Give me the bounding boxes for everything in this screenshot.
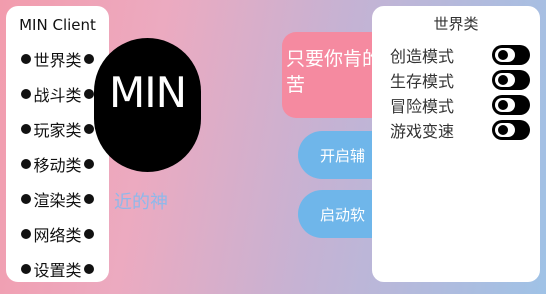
toggle-knob xyxy=(495,73,515,87)
sidebar-item-label: 玩家类 xyxy=(33,121,82,140)
bullet-icon xyxy=(83,159,94,169)
module-row-creative: 创造模式 xyxy=(390,43,530,67)
bullet-icon xyxy=(83,124,94,134)
bullet-icon xyxy=(83,229,94,239)
sidebar-item-render[interactable]: 渲染类 xyxy=(6,186,109,212)
sidebar-item-label: 设置类 xyxy=(33,261,82,280)
module-row-survival: 生存模式 xyxy=(390,68,530,92)
bullet-icon xyxy=(21,89,32,99)
sidebar-item-network[interactable]: 网络类 xyxy=(6,221,109,247)
creative-mode-toggle[interactable] xyxy=(492,45,530,65)
module-label: 冒险模式 xyxy=(390,97,455,116)
toggle-knob xyxy=(495,48,515,62)
module-row-speed: 游戏变速 xyxy=(390,118,530,142)
adventure-mode-toggle[interactable] xyxy=(492,95,530,115)
bullet-icon xyxy=(21,159,32,169)
panel-title: 世界类 xyxy=(433,15,479,33)
sidebar-item-label: 渲染类 xyxy=(33,191,82,210)
sidebar-item-label: 世界类 xyxy=(33,51,82,70)
sidebar-item-label: 战斗类 xyxy=(33,86,82,105)
module-label: 创造模式 xyxy=(390,47,455,66)
info-card-text: 只要你肯的苦 xyxy=(286,48,382,96)
game-speed-toggle[interactable] xyxy=(492,120,530,140)
module-row-adventure: 冒险模式 xyxy=(390,93,530,117)
bullet-icon xyxy=(83,194,94,204)
module-panel: 世界类 创造模式 生存模式 冒险模式 游戏变速 xyxy=(372,6,540,282)
sidebar-menu: MIN Client 世界类 战斗类 玩家类 移动类 渲染类 网络类 设置类 xyxy=(6,6,109,282)
bullet-icon xyxy=(21,124,32,134)
logo-text: MIN xyxy=(109,68,187,117)
module-label: 生存模式 xyxy=(390,72,455,91)
bullet-icon xyxy=(83,89,94,99)
sidebar-item-label: 移动类 xyxy=(33,156,82,175)
sidebar-item-movement[interactable]: 移动类 xyxy=(6,151,109,177)
survival-mode-toggle[interactable] xyxy=(492,70,530,90)
sidebar-item-label: 网络类 xyxy=(33,226,82,245)
bullet-icon xyxy=(83,264,94,274)
bullet-icon xyxy=(21,194,32,204)
module-label: 游戏变速 xyxy=(390,122,455,141)
toggle-knob xyxy=(495,123,515,137)
bullet-icon xyxy=(21,264,32,274)
sidebar-item-settings[interactable]: 设置类 xyxy=(6,256,109,282)
bullet-icon xyxy=(83,54,94,64)
min-logo: MIN xyxy=(94,38,201,172)
bullet-icon xyxy=(21,229,32,239)
bullet-icon xyxy=(21,54,32,64)
sidebar-title: MIN Client xyxy=(19,16,96,34)
toggle-knob xyxy=(495,98,515,112)
slogan-text: 近的神 xyxy=(114,192,168,213)
